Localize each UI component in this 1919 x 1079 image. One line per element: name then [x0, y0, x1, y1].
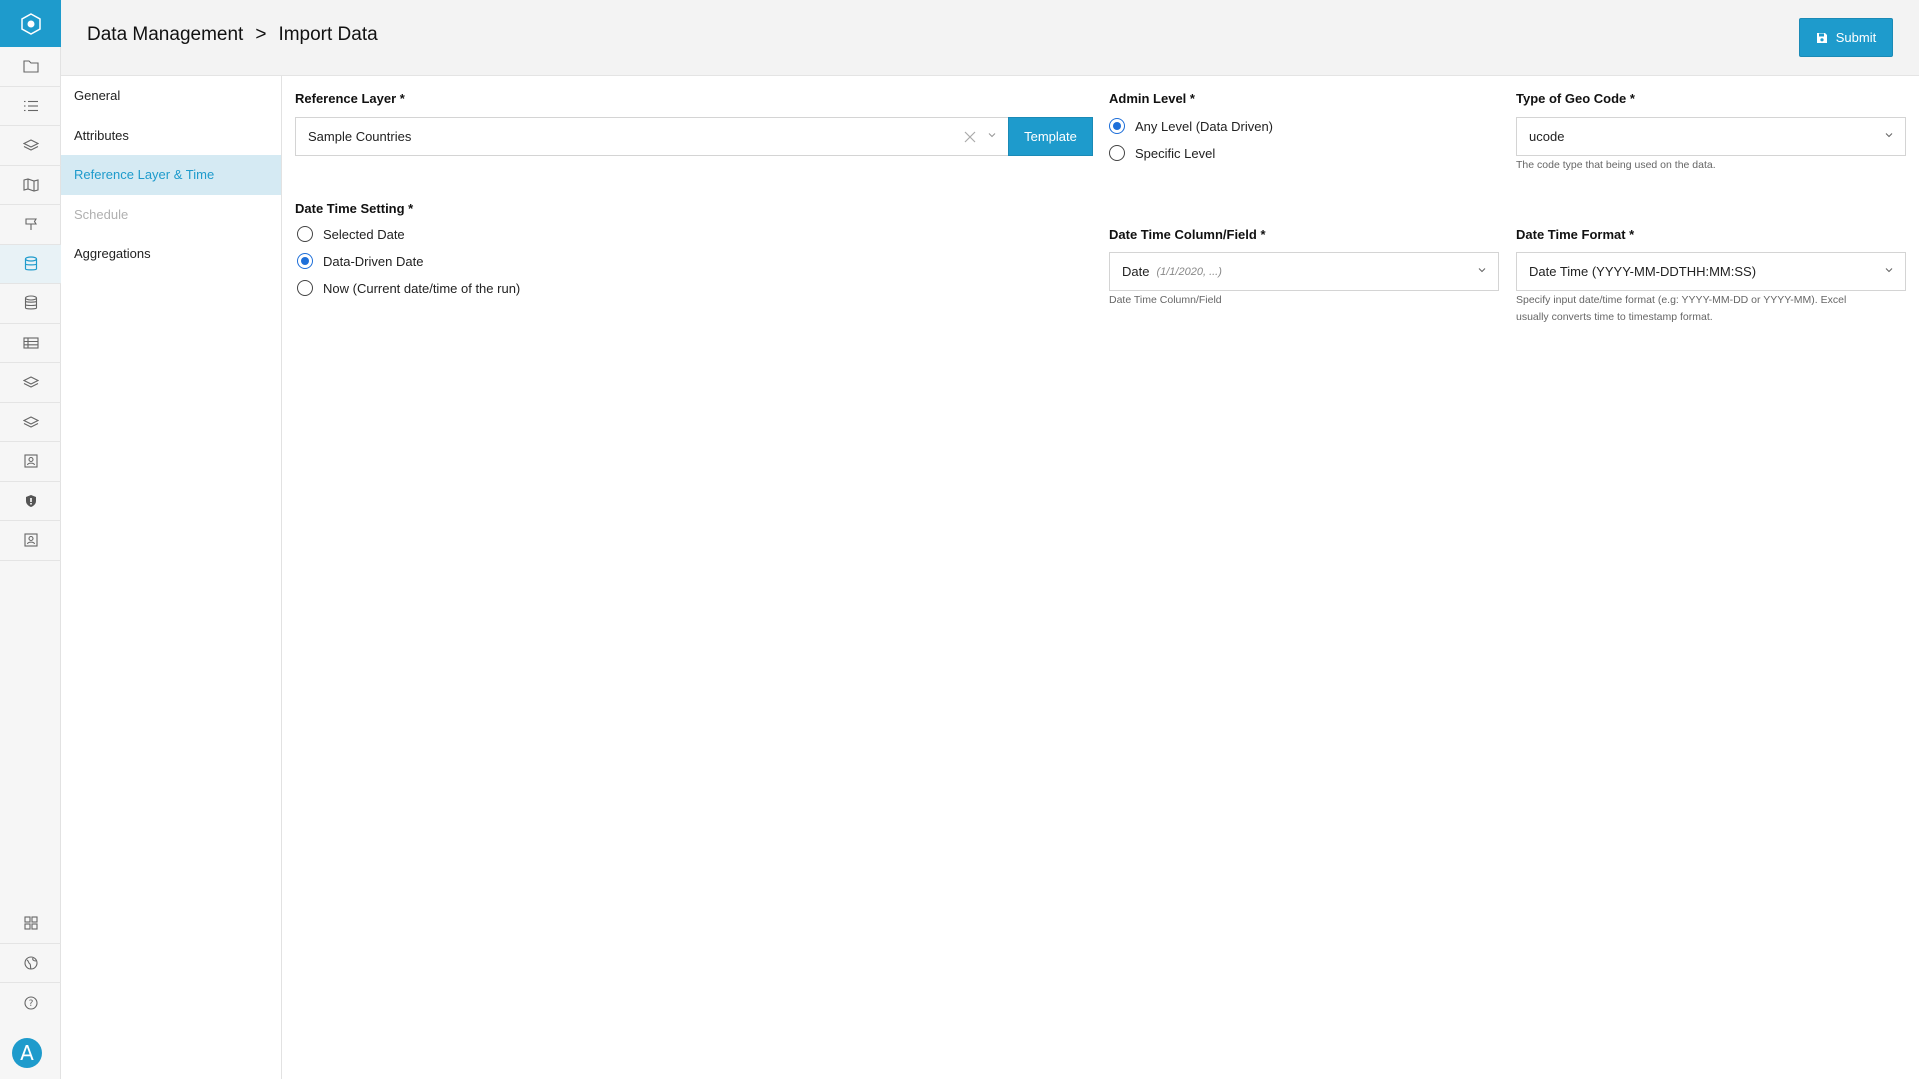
- svg-text:?: ?: [28, 999, 33, 1009]
- submit-label: Submit: [1835, 30, 1877, 45]
- chevron-down-icon: [988, 133, 996, 138]
- rail-shield[interactable]: [0, 482, 61, 521]
- nav-reference-layer-time[interactable]: Reference Layer & Time: [61, 155, 281, 195]
- admin-level-specific-label: Specific Level: [1135, 145, 1216, 161]
- icon-rail: ? A: [0, 0, 61, 1079]
- list-icon: [23, 100, 38, 111]
- rail-layers[interactable]: [0, 126, 61, 166]
- rail-contact-2[interactable]: [0, 521, 61, 561]
- rail-folder[interactable]: [0, 47, 61, 87]
- breadcrumb-current: Import Data: [278, 24, 378, 45]
- date-time-column-hint: (1/1/2020, ...): [1156, 265, 1222, 278]
- database-stack-icon: [24, 295, 37, 310]
- nav-attributes[interactable]: Attributes: [61, 116, 281, 156]
- rail-layers-2[interactable]: [0, 363, 61, 403]
- rail-data-management[interactable]: [0, 244, 61, 284]
- grid-icon: [23, 916, 38, 930]
- chevron-down-icon: [1885, 268, 1893, 273]
- date-time-column-value: Date: [1122, 264, 1150, 279]
- nav-aggregations[interactable]: Aggregations: [61, 234, 281, 274]
- radio-unchecked[interactable]: [297, 280, 313, 296]
- logo-icon: [20, 12, 41, 35]
- table-icon: [22, 337, 39, 349]
- reference-layer-label: Reference Layer *: [295, 91, 405, 106]
- rail-signpost[interactable]: [0, 205, 61, 245]
- selected-date-option[interactable]: Selected Date: [297, 226, 405, 242]
- rail-list[interactable]: [0, 87, 61, 126]
- date-time-format-label: Date Time Format *: [1516, 227, 1635, 242]
- folder-icon: [22, 60, 39, 73]
- contact-icon: [23, 533, 38, 547]
- date-time-column-select[interactable]: Date (1/1/2020, ...): [1109, 252, 1499, 291]
- now-label: Now (Current date/time of the run): [323, 280, 521, 296]
- date-time-format-select[interactable]: Date Time (YYYY-MM-DDTHH:MM:SS): [1516, 252, 1906, 291]
- database-icon: [24, 256, 37, 271]
- date-time-column-help: Date Time Column/Field: [1109, 294, 1222, 306]
- layers-icon: [22, 376, 39, 388]
- app-logo[interactable]: [0, 0, 61, 47]
- reference-layer-select[interactable]: Sample Countries: [295, 117, 1009, 156]
- date-time-setting-label: Date Time Setting *: [295, 201, 414, 216]
- radio-unchecked[interactable]: [1109, 145, 1125, 161]
- geo-code-help: The code type that being used on the dat…: [1516, 159, 1716, 171]
- globe-icon: [23, 956, 38, 970]
- section-nav: General Attributes Reference Layer & Tim…: [61, 76, 282, 1079]
- rail-layers-3[interactable]: [0, 403, 61, 442]
- rail-apps[interactable]: [0, 904, 61, 944]
- page-header: Data Management > Import Data Submit: [61, 0, 1919, 76]
- rail-table[interactable]: [0, 324, 61, 363]
- user-avatar[interactable]: A: [12, 1038, 42, 1068]
- chevron-down-icon: [1478, 268, 1486, 273]
- date-time-format-help-line2: usually converts time to timestamp forma…: [1516, 311, 1713, 323]
- submit-button[interactable]: Submit: [1799, 18, 1893, 57]
- selected-date-label: Selected Date: [323, 226, 405, 242]
- geo-code-label: Type of Geo Code *: [1516, 91, 1635, 106]
- breadcrumb-separator: >: [255, 24, 267, 45]
- admin-level-any-option[interactable]: Any Level (Data Driven): [1109, 118, 1273, 134]
- rail-database[interactable]: [0, 284, 61, 324]
- nav-general[interactable]: General: [61, 76, 281, 116]
- clear-icon[interactable]: [964, 131, 976, 143]
- layers-icon: [22, 416, 39, 428]
- date-time-format-help-line1: Specify input date/time format (e.g: YYY…: [1516, 294, 1847, 306]
- radio-unchecked[interactable]: [297, 226, 313, 242]
- geo-code-value: ucode: [1529, 129, 1565, 144]
- save-icon: [1816, 32, 1827, 43]
- breadcrumb: Data Management > Import Data: [87, 24, 378, 46]
- date-time-format-help: Specify input date/time format (e.g: YYY…: [1516, 292, 1846, 326]
- help-icon: ?: [23, 996, 38, 1010]
- date-time-column-label: Date Time Column/Field *: [1109, 227, 1266, 242]
- rail-map[interactable]: [0, 166, 61, 205]
- admin-level-any-label: Any Level (Data Driven): [1135, 118, 1273, 134]
- form-area: Reference Layer * Sample Countries Templ…: [282, 76, 1919, 1079]
- data-driven-date-label: Data-Driven Date: [323, 253, 424, 269]
- rail-contact[interactable]: [0, 442, 61, 482]
- admin-level-label: Admin Level *: [1109, 91, 1195, 106]
- radio-checked[interactable]: [297, 253, 313, 269]
- geo-code-select[interactable]: ucode: [1516, 117, 1906, 156]
- rail-globe[interactable]: [0, 944, 61, 983]
- now-option[interactable]: Now (Current date/time of the run): [297, 280, 520, 296]
- shield-icon: [25, 494, 36, 507]
- signpost-icon: [24, 218, 37, 231]
- breadcrumb-parent[interactable]: Data Management: [87, 24, 243, 46]
- layers-icon: [22, 139, 39, 151]
- rail-help[interactable]: ?: [0, 983, 61, 1023]
- radio-checked[interactable]: [1109, 118, 1125, 134]
- map-icon: [22, 178, 39, 192]
- contact-icon: [23, 454, 38, 468]
- nav-schedule: Schedule: [74, 206, 129, 222]
- admin-level-specific-option[interactable]: Specific Level: [1109, 145, 1215, 161]
- chevron-down-icon: [1885, 133, 1893, 138]
- data-driven-date-option[interactable]: Data-Driven Date: [297, 253, 423, 269]
- template-button[interactable]: Template: [1008, 117, 1093, 156]
- date-time-format-value: Date Time (YYYY-MM-DDTHH:MM:SS): [1529, 264, 1757, 279]
- reference-layer-value: Sample Countries: [308, 129, 412, 144]
